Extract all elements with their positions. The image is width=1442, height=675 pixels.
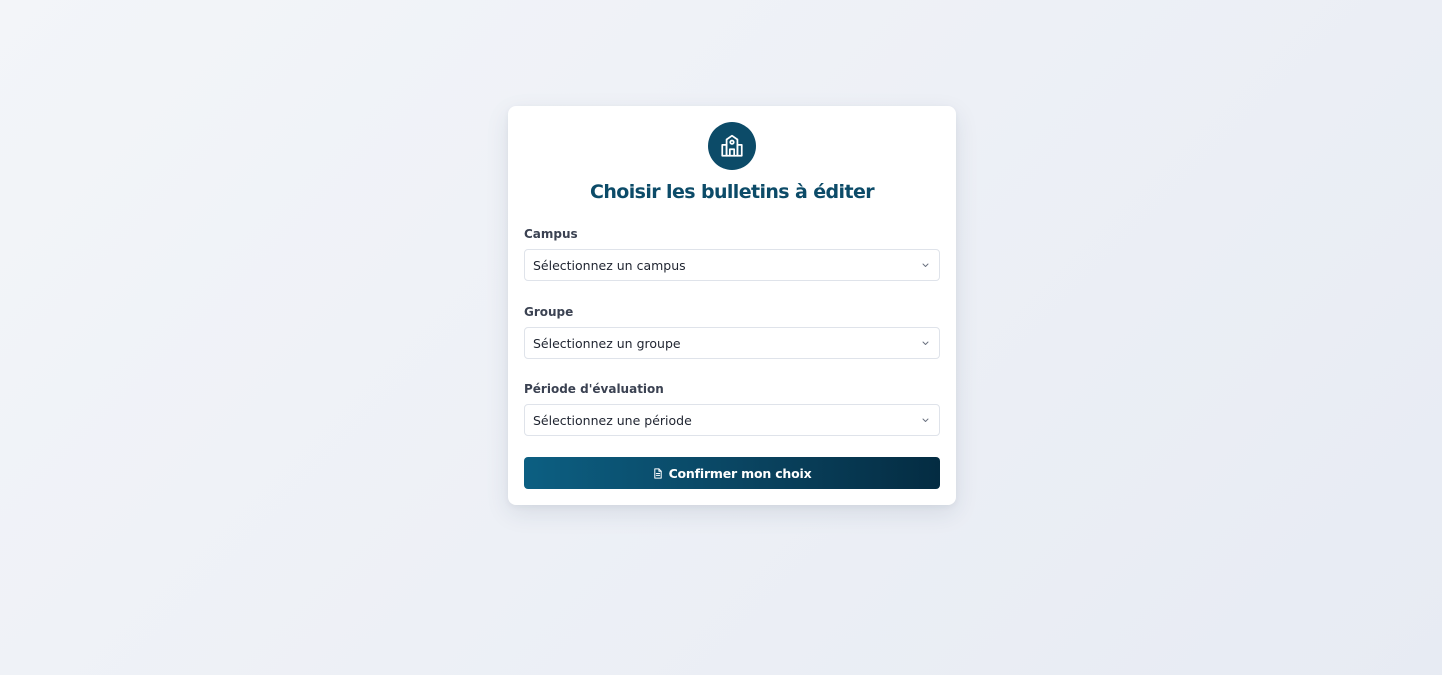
confirm-button-label: Confirmer mon choix (668, 465, 812, 481)
campus-select-value: Sélectionnez un campus (533, 257, 686, 273)
groupe-select[interactable]: Sélectionnez un groupe (524, 327, 940, 359)
chevron-down-icon (921, 261, 929, 269)
school-building-icon (719, 133, 745, 159)
page-title: Choisir les bulletins à éditer (589, 181, 875, 203)
periode-select-value: Sélectionnez une période (533, 412, 692, 428)
campus-label: Campus (524, 227, 578, 241)
groupe-label: Groupe (524, 305, 574, 319)
campus-select[interactable]: Sélectionnez un campus (524, 249, 940, 281)
groupe-select-value: Sélectionnez un groupe (533, 335, 681, 351)
confirm-button[interactable]: Confirmer mon choix (524, 457, 940, 489)
selection-card: Choisir les bulletins à éditer Campus Sé… (508, 106, 956, 505)
logo-badge (708, 122, 756, 170)
periode-label: Période d'évaluation (524, 382, 664, 396)
chevron-down-icon (921, 416, 929, 424)
document-icon (653, 467, 663, 479)
chevron-down-icon (921, 339, 929, 347)
periode-select[interactable]: Sélectionnez une période (524, 404, 940, 436)
